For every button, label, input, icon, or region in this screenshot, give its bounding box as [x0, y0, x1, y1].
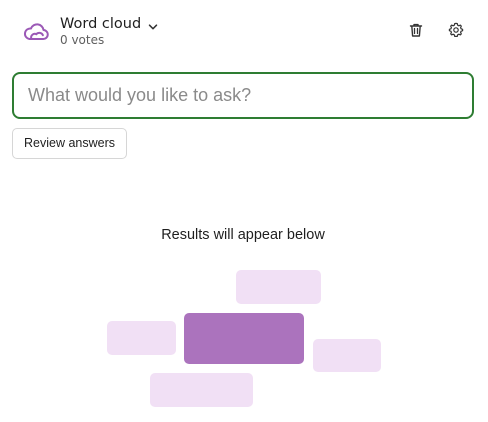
chevron-down-icon	[147, 18, 159, 30]
header: Word cloud 0 votes	[0, 0, 488, 64]
placeholder-block-bottom	[150, 373, 253, 407]
question-input[interactable]	[12, 72, 474, 119]
placeholder-block-left	[107, 321, 176, 355]
review-answers-button[interactable]: Review answers	[12, 128, 128, 159]
delete-button[interactable]	[406, 22, 426, 42]
type-selector[interactable]: Word cloud	[60, 14, 159, 34]
trash-icon	[408, 22, 424, 42]
placeholder-block-top	[236, 270, 321, 304]
gear-icon	[448, 22, 464, 42]
vote-count: 0 votes	[60, 33, 105, 47]
placeholder-block-center	[184, 313, 304, 364]
placeholder-block-right	[313, 339, 381, 372]
cloud-icon	[22, 17, 50, 45]
settings-button[interactable]	[446, 22, 466, 42]
results-empty-message: Results will appear below	[161, 227, 325, 243]
page-title: Word cloud	[60, 16, 142, 32]
word-cloud-panel: Word cloud 0 votes What would you like t…	[0, 0, 488, 422]
